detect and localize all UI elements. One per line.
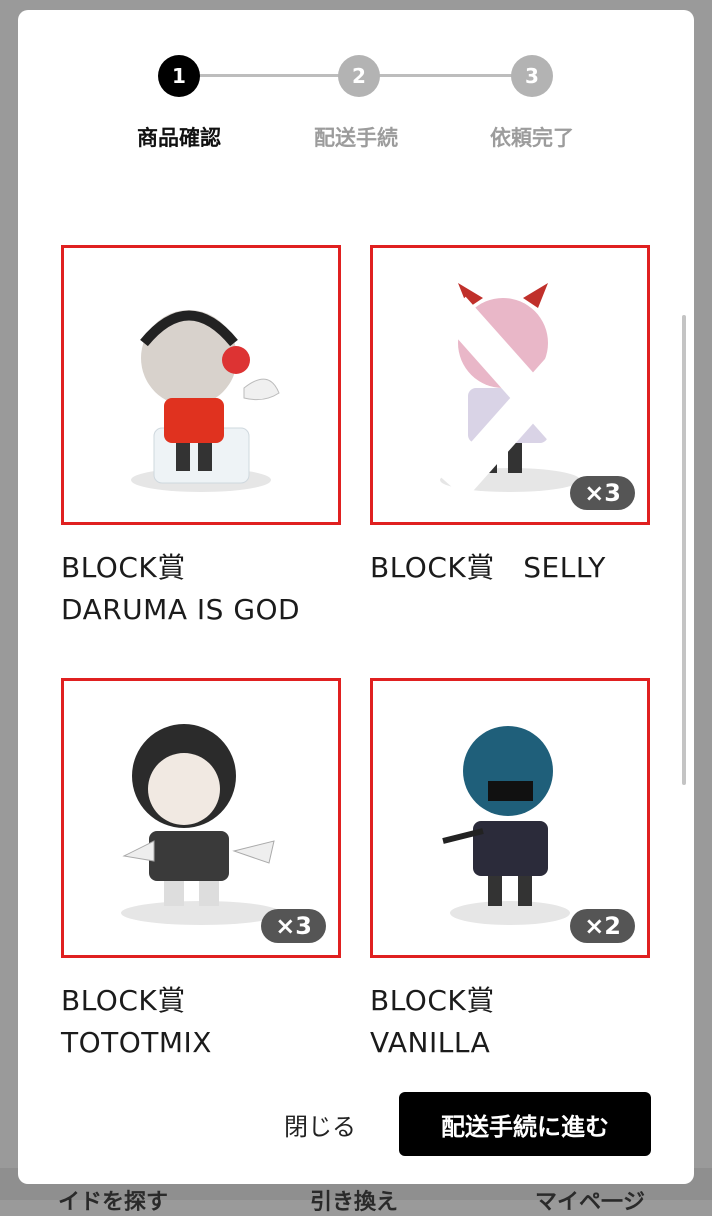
- item-prize-label: BLOCK賞: [61, 984, 186, 1017]
- background-tab-mypage: マイペ一ジ: [535, 1190, 646, 1215]
- item-image-daruma[interactable]: [61, 245, 341, 525]
- quantity-badge: ×3: [570, 476, 635, 510]
- confirm-items-modal: 1 2 3 商品確認 配送手続 依頼完了 BLOCK賞 DARUMA IS GO…: [18, 10, 694, 1184]
- item-name: VANILLA: [370, 1026, 491, 1059]
- close-button[interactable]: 閉じる: [284, 1107, 356, 1142]
- quantity-badge: ×2: [570, 909, 635, 943]
- item-title-selly: BLOCK賞 SELLY: [370, 547, 670, 589]
- background-tab-exchange: 引き換え: [310, 1190, 399, 1215]
- item-prize-label: BLOCK賞: [370, 984, 495, 1017]
- item-title-tototmix: BLOCK賞 TOTOTMIX: [61, 980, 361, 1064]
- item-prize-label: BLOCK賞: [61, 551, 186, 584]
- step-2-indicator: 2: [338, 55, 380, 97]
- item-title-daruma: BLOCK賞 DARUMA IS GOD: [61, 547, 361, 631]
- item-image-tototmix[interactable]: ×3: [61, 678, 341, 958]
- item-image-selly[interactable]: ×3: [370, 245, 650, 525]
- item-title-vanilla: BLOCK賞 VANILLA: [370, 980, 670, 1064]
- item-name: TOTOTMIX: [61, 1026, 212, 1059]
- step-1-indicator: 1: [158, 55, 200, 97]
- item-prize-label: BLOCK賞 SELLY: [370, 551, 606, 584]
- item-image-vanilla[interactable]: ×2: [370, 678, 650, 958]
- step-connector-2: [373, 74, 533, 77]
- proceed-to-shipping-button[interactable]: 配送手続に進む: [399, 1092, 651, 1156]
- step-3-indicator: 3: [511, 55, 553, 97]
- step-connector-1: [198, 74, 358, 77]
- quantity-badge: ×3: [261, 909, 326, 943]
- step-3-label: 依頼完了: [490, 126, 574, 150]
- item-name: DARUMA IS GOD: [61, 593, 301, 626]
- acrylic-stand-figure-icon: [131, 310, 280, 492]
- scrollbar[interactable]: [682, 315, 686, 785]
- step-2-label: 配送手続: [314, 126, 398, 150]
- step-1-label: 商品確認: [137, 126, 221, 150]
- background-tab-find: イドを探す: [58, 1190, 169, 1215]
